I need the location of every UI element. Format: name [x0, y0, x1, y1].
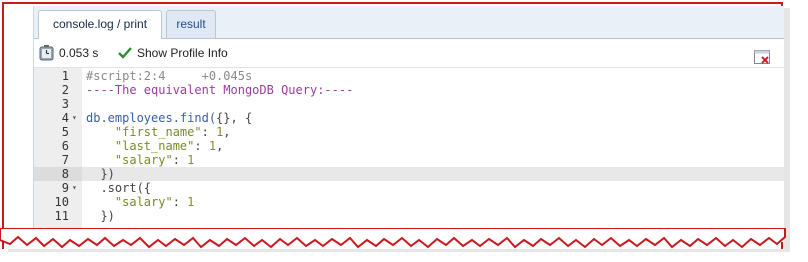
code-line[interactable]: 5 "first_name": 1,	[34, 125, 784, 139]
line-number: 5	[61, 125, 69, 139]
fold-arrow-icon[interactable]: ▾	[72, 111, 77, 125]
code-token: })	[86, 167, 115, 181]
output-panel: console.log / print result 0.053 s Show …	[33, 6, 784, 242]
code-line[interactable]: 8 })	[34, 167, 784, 181]
line-number: 10	[54, 195, 69, 209]
close-icon[interactable]	[754, 50, 770, 65]
code-text: })	[86, 167, 115, 181]
code-token: {}, {	[216, 111, 253, 125]
code-text: #script:2:4 +0.045s	[86, 69, 252, 83]
fold-arrow-icon[interactable]: ▾	[72, 181, 77, 195]
code-token: 1	[208, 139, 217, 153]
code-text: "last_name": 1,	[86, 139, 223, 153]
line-number: 6	[61, 139, 69, 153]
code-token: .sort({	[86, 181, 152, 195]
code-token: :	[194, 139, 209, 153]
code-text: .sort({	[86, 181, 151, 195]
line-number: 8	[34, 167, 82, 181]
line-number: 9	[61, 181, 69, 195]
code-token: 1	[187, 153, 195, 167]
code-token: "salary"	[114, 153, 173, 167]
code-line-background	[82, 209, 784, 223]
code-line[interactable]: 3	[34, 97, 784, 111]
code-line-background	[82, 167, 784, 181]
line-number: 1	[61, 69, 69, 83]
line-number: 2	[61, 83, 69, 97]
code-token: ,	[216, 139, 224, 153]
line-number: 11	[54, 209, 69, 223]
show-profile-info-toggle[interactable]: Show Profile Info	[118, 45, 228, 61]
toolbar: 0.053 s Show Profile Info	[34, 39, 784, 68]
code-line[interactable]: 7 "salary": 1	[34, 153, 784, 167]
code-token: "last_name"	[114, 139, 195, 153]
code-text: "salary": 1	[86, 195, 194, 209]
code-token: db.employees.find(	[86, 111, 217, 125]
code-line[interactable]: 10 "salary": 1	[34, 195, 784, 209]
code-text: ----The equivalent MongoDB Query:----	[86, 83, 353, 97]
code-line[interactable]: 9 ▾ .sort({	[34, 181, 784, 195]
show-profile-info-label: Show Profile Info	[137, 46, 228, 60]
checkmark-icon	[118, 47, 132, 59]
code-line[interactable]: 11 })	[34, 209, 784, 223]
execution-time: 0.053 s	[39, 45, 98, 61]
tab-result[interactable]: result	[166, 10, 216, 38]
code-token: "salary"	[114, 195, 173, 209]
stopwatch-icon	[39, 45, 54, 61]
line-number: 7	[61, 153, 69, 167]
code-line[interactable]: 6 "last_name": 1,	[34, 139, 784, 153]
code-line[interactable]: 4 ▾ db.employees.find({}, {	[34, 111, 784, 125]
code-token: ----The equivalent MongoDB Query:----	[86, 83, 354, 97]
code-token: })	[86, 209, 115, 223]
code-editor[interactable]: 1 #script:2:4 +0.045s 2 ----The equivalent …	[34, 68, 784, 242]
code-line-background	[82, 97, 784, 111]
torn-edge	[0, 228, 786, 249]
tab-console-log[interactable]: console.log / print	[38, 10, 162, 39]
tab-bar: console.log / print result	[34, 6, 784, 39]
code-token: "first_name"	[114, 125, 202, 139]
code-text: "first_name": 1,	[86, 125, 231, 139]
code-text: })	[86, 209, 115, 223]
code-line-background	[82, 181, 784, 195]
code-text: db.employees.find({}, {	[86, 111, 252, 125]
code-text: "salary": 1	[86, 153, 194, 167]
code-token: :	[201, 125, 217, 139]
execution-time-value: 0.053 s	[59, 46, 99, 60]
code-token: :	[172, 195, 188, 209]
code-token: 1	[187, 195, 195, 209]
code-token: :	[172, 153, 188, 167]
code-token: ,	[223, 125, 231, 139]
code-line[interactable]: 2 ----The equivalent MongoDB Query:----	[34, 83, 784, 97]
code-token: #script:2:4 +0.045s	[86, 69, 253, 83]
code-line[interactable]: 1 #script:2:4 +0.045s	[34, 69, 784, 83]
line-number: 3	[61, 97, 69, 111]
line-number: 4	[61, 111, 69, 125]
